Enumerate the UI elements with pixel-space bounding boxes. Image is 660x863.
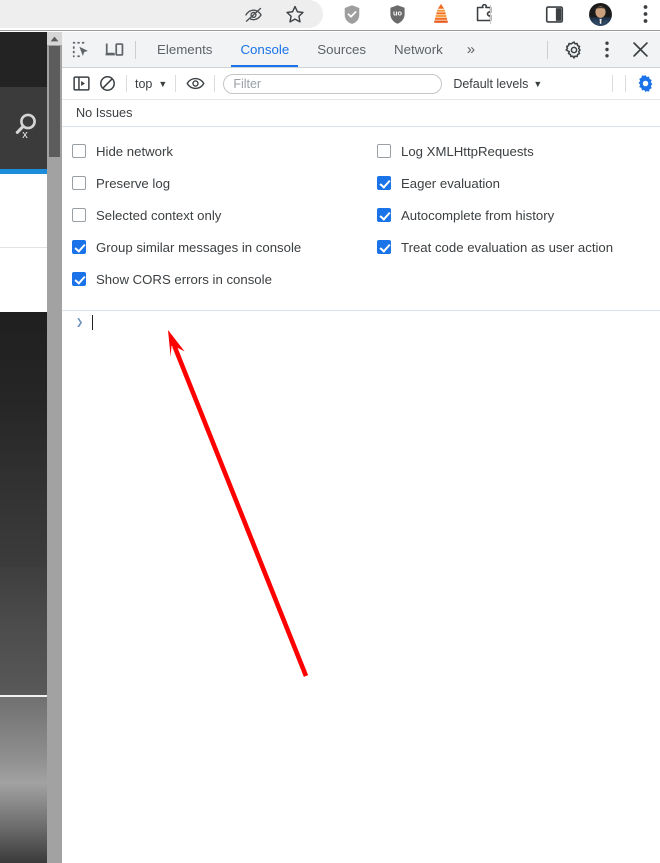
- setting-log-xmlhttprequests-label[interactable]: Log XMLHttpRequests: [401, 144, 534, 159]
- setting-autocomplete-from-history[interactable]: Autocomplete from history: [377, 199, 613, 231]
- setting-selected-context-only-label[interactable]: Selected context only: [96, 208, 221, 223]
- device-toolbar-icon[interactable]: [100, 36, 128, 64]
- setting-group-similar-messages-label[interactable]: Group similar messages in console: [96, 240, 301, 255]
- ublock-origin-extension-icon[interactable]: uo: [383, 0, 411, 28]
- devtools-more-options-icon[interactable]: [593, 36, 621, 64]
- screenshot-root: uo x Elements Console Sources Network » …: [0, 0, 660, 863]
- tab-sources[interactable]: Sources: [303, 32, 380, 67]
- tab-sources-label: Sources: [317, 42, 367, 57]
- setting-treat-code-evaluation-as-user-action[interactable]: Treat code evaluation as user action: [377, 231, 613, 263]
- text-cursor: [92, 314, 94, 330]
- search-x-icon: x: [12, 110, 42, 144]
- svg-text:x: x: [22, 129, 28, 141]
- checkbox-eager-evaluation[interactable]: [377, 176, 391, 190]
- console-toolbar-divider-3: [214, 75, 216, 92]
- setting-eager-evaluation-label[interactable]: Eager evaluation: [401, 176, 500, 191]
- console-toolbar-right: [606, 71, 660, 97]
- issues-bar[interactable]: No Issues: [62, 100, 660, 127]
- side-panel-icon[interactable]: [540, 0, 568, 28]
- create-live-expression-icon[interactable]: [182, 71, 208, 97]
- inspect-element-icon[interactable]: [67, 36, 95, 64]
- devtools-tab-bar: Elements Console Sources Network »: [62, 32, 660, 68]
- console-toolbar-divider-1: [126, 75, 127, 92]
- extension-orange-icon[interactable]: [427, 0, 455, 28]
- svg-text:uo: uo: [393, 8, 402, 17]
- scrollbar-thumb[interactable]: [49, 46, 60, 157]
- setting-treat-code-evaluation-as-user-action-label[interactable]: Treat code evaluation as user action: [401, 240, 613, 255]
- prompt-chevron-icon: ❯: [76, 315, 84, 330]
- console-sidebar-toggle-icon[interactable]: [68, 71, 94, 97]
- setting-preserve-log[interactable]: Preserve log: [72, 167, 301, 199]
- console-prompt[interactable]: ❯: [62, 311, 660, 333]
- clear-console-icon[interactable]: [94, 71, 120, 97]
- checkbox-show-cors-errors[interactable]: [72, 272, 86, 286]
- console-message-area[interactable]: [62, 333, 660, 863]
- web-page-content-strip: x: [0, 32, 47, 863]
- bookmark-star-icon[interactable]: [281, 0, 309, 28]
- chevron-down-icon: ▼: [533, 78, 543, 89]
- tab-console-label: Console: [240, 42, 290, 57]
- page-region-white-1: [0, 174, 47, 247]
- tab-elements[interactable]: Elements: [143, 32, 226, 67]
- checkbox-preserve-log[interactable]: [72, 176, 86, 190]
- console-context-label: top: [135, 76, 153, 91]
- setting-preserve-log-label[interactable]: Preserve log: [96, 176, 170, 191]
- setting-show-cors-errors-label[interactable]: Show CORS errors in console: [96, 272, 272, 287]
- browser-toolbar: uo: [0, 0, 660, 31]
- toolbar-divider: [490, 5, 491, 24]
- filter-input[interactable]: [223, 73, 443, 94]
- avatar[interactable]: [585, 0, 615, 28]
- checkbox-autocomplete-from-history[interactable]: [377, 208, 391, 222]
- setting-hide-network[interactable]: Hide network: [72, 135, 301, 167]
- console-context-selector[interactable]: top ▼: [133, 77, 169, 91]
- tabbar-divider: [135, 40, 136, 59]
- checkbox-treat-code-evaluation-as-user-action[interactable]: [377, 240, 391, 254]
- setting-selected-context-only[interactable]: Selected context only: [72, 199, 301, 231]
- console-toolbar-divider-5: [625, 75, 626, 92]
- log-levels-selector[interactable]: Default levels ▼: [453, 77, 542, 91]
- checkbox-group-similar-messages[interactable]: [72, 240, 86, 254]
- checkbox-hide-network[interactable]: [72, 144, 86, 158]
- settings-gear-icon[interactable]: [560, 36, 588, 64]
- shield-check-extension-icon[interactable]: [338, 0, 366, 28]
- page-region-image-3: [0, 697, 47, 863]
- setting-autocomplete-from-history-label[interactable]: Autocomplete from history: [401, 208, 554, 223]
- tab-network-label: Network: [394, 42, 443, 57]
- setting-group-similar-messages[interactable]: Group similar messages in console: [72, 231, 301, 263]
- page-vertical-scrollbar[interactable]: [47, 32, 62, 863]
- page-region-dark-top: [0, 32, 47, 87]
- tab-console[interactable]: Console: [226, 32, 303, 67]
- scrollbar-up-arrow-icon[interactable]: [47, 32, 62, 45]
- address-bar[interactable]: [0, 0, 323, 28]
- devtools-panel: Elements Console Sources Network » top ▼…: [62, 32, 660, 863]
- setting-show-cors-errors[interactable]: Show CORS errors in console: [72, 263, 301, 295]
- console-toolbar: top ▼ Default levels ▼: [62, 68, 660, 100]
- tab-network[interactable]: Network: [380, 32, 457, 67]
- setting-eager-evaluation[interactable]: Eager evaluation: [377, 167, 613, 199]
- checkbox-selected-context-only[interactable]: [72, 208, 86, 222]
- page-region-image-2: [0, 567, 47, 695]
- more-tabs-icon[interactable]: »: [457, 32, 483, 67]
- chrome-menu-icon[interactable]: [633, 0, 657, 28]
- console-toolbar-divider-4: [612, 75, 613, 92]
- close-devtools-icon[interactable]: [626, 36, 654, 64]
- page-region-image-1: [0, 312, 47, 567]
- console-toolbar-divider-2: [175, 75, 177, 92]
- console-settings-left-column: Hide network Preserve log Selected conte…: [72, 135, 301, 295]
- devtools-tabbar-actions: [540, 36, 660, 64]
- issues-bar-label: No Issues: [76, 106, 133, 120]
- log-levels-label: Default levels: [453, 76, 529, 91]
- tabbar-actions-divider: [547, 40, 548, 59]
- page-region-white-2: [0, 248, 47, 312]
- chevron-down-icon: ▼: [158, 78, 168, 89]
- tab-elements-label: Elements: [157, 42, 213, 57]
- console-settings-gear-icon[interactable]: [632, 71, 658, 97]
- setting-hide-network-label[interactable]: Hide network: [96, 144, 173, 159]
- console-settings-right-column: Log XMLHttpRequests Eager evaluation Aut…: [377, 135, 613, 263]
- setting-log-xmlhttprequests[interactable]: Log XMLHttpRequests: [377, 135, 613, 167]
- checkbox-log-xmlhttprequests[interactable]: [377, 144, 391, 158]
- extensions-puzzle-icon[interactable]: [470, 0, 498, 28]
- console-settings-panel: Hide network Preserve log Selected conte…: [62, 127, 660, 311]
- hide-password-icon[interactable]: [239, 0, 267, 28]
